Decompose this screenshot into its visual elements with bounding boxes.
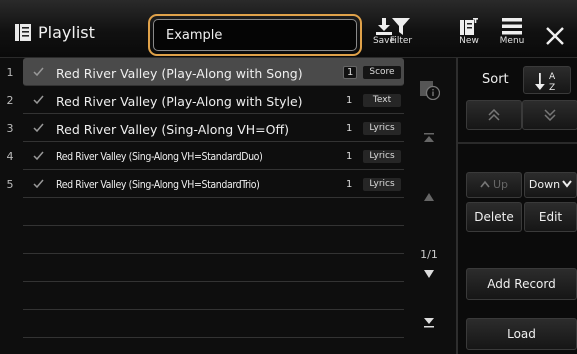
record-number: 3 <box>6 122 14 135</box>
hamburger-menu-icon <box>502 18 522 35</box>
record-number: 1 <box>6 66 14 79</box>
chevron-up-icon <box>480 180 490 188</box>
filter-label: Filter <box>389 36 413 46</box>
record-row-5[interactable]: 5 Red River Valley (Sing-Along VH=Standa… <box>7 170 404 198</box>
scroll-up-icon <box>424 193 434 201</box>
record-count: 1 <box>346 179 353 190</box>
scroll-column: 1/1 <box>404 58 454 348</box>
scroll-up-button[interactable] <box>404 186 454 205</box>
close-icon[interactable] <box>541 22 569 50</box>
record-count: 1 <box>346 151 353 162</box>
playlist-name-field[interactable]: Example <box>148 14 362 56</box>
record-tag: Score <box>363 66 401 79</box>
scroll-top-icon <box>424 133 434 142</box>
menu-button[interactable]: Menu <box>492 18 532 54</box>
empty-row <box>23 198 404 226</box>
up-label: Up <box>492 178 509 191</box>
sort-label: Sort <box>482 72 509 87</box>
empty-row <box>23 310 404 338</box>
playlist-record-list: 1 Red River Valley (Play-Along with Song… <box>7 58 404 338</box>
info-icon[interactable] <box>420 80 440 100</box>
chevron-down-icon <box>562 180 572 188</box>
playlist-icon <box>15 24 31 41</box>
record-title: Red River Valley (Play-Along with Style) <box>56 94 303 109</box>
down-label: Down <box>528 178 561 191</box>
record-title: Red River Valley (Sing-Along VH=Standard… <box>56 151 263 163</box>
record-tag: Lyrics <box>363 150 401 163</box>
new-document-icon <box>460 18 478 35</box>
sort-order-button[interactable]: A Z <box>523 66 571 94</box>
record-count: 1 <box>346 95 353 106</box>
check-icon <box>33 151 44 161</box>
scroll-to-top-button[interactable] <box>404 128 454 147</box>
svg-text:Z: Z <box>549 83 555 93</box>
scroll-to-bottom-button[interactable] <box>404 313 454 332</box>
app-title: Playlist <box>38 23 95 42</box>
panel-divider <box>458 142 577 144</box>
empty-row <box>23 254 404 282</box>
record-number: 4 <box>6 150 14 163</box>
playlist-name-value[interactable]: Example <box>153 19 357 51</box>
delete-button[interactable]: Delete <box>466 202 522 232</box>
edit-button[interactable]: Edit <box>524 202 577 232</box>
empty-row <box>23 282 404 310</box>
record-count: 1 <box>346 123 353 134</box>
check-icon <box>33 95 44 105</box>
page-indicator: 1/1 <box>420 248 438 261</box>
empty-row <box>23 226 404 254</box>
filter-icon <box>392 18 410 35</box>
record-row-1[interactable]: 1 Red River Valley (Play-Along with Song… <box>7 58 404 86</box>
filter-button[interactable]: Filter <box>381 18 421 54</box>
load-button[interactable]: Load <box>466 318 577 350</box>
add-record-button[interactable]: Add Record <box>466 268 577 300</box>
record-tag: Lyrics <box>363 178 401 191</box>
scroll-down-icon <box>424 270 434 278</box>
record-title: Red River Valley (Sing-Along VH=Standard… <box>56 179 260 191</box>
scroll-down-button[interactable] <box>404 263 454 282</box>
delete-label: Delete <box>474 210 514 224</box>
menu-label: Menu <box>499 36 525 46</box>
record-count: 1 <box>343 66 358 79</box>
record-title: Red River Valley (Play-Along with Song) <box>56 66 303 81</box>
sort-down-button[interactable] <box>522 100 577 130</box>
check-icon <box>33 123 44 133</box>
record-title: Red River Valley (Sing-Along VH=Off) <box>56 122 289 137</box>
sort-edit-panel: Sort A Z Up Down Delete Edit Add Record <box>456 58 577 354</box>
record-tag: Text <box>363 94 401 107</box>
new-button[interactable]: New <box>449 18 489 54</box>
move-down-button[interactable]: Down <box>524 172 577 198</box>
load-label: Load <box>507 327 536 341</box>
sort-az-icon: A Z <box>535 72 556 93</box>
edit-label: Edit <box>538 210 563 224</box>
check-icon <box>33 67 44 77</box>
record-number: 5 <box>6 178 14 191</box>
move-up-button[interactable]: Up <box>466 172 522 198</box>
double-chevron-up-icon <box>488 108 500 121</box>
record-number: 2 <box>6 94 14 107</box>
scroll-bottom-icon <box>424 318 434 328</box>
header-bar: Playlist Example Save Filter New Menu <box>0 0 577 58</box>
new-label: New <box>459 36 479 46</box>
sort-up-button[interactable] <box>466 100 522 130</box>
add-record-label: Add Record <box>487 277 556 291</box>
double-chevron-down-icon <box>544 109 556 122</box>
svg-text:A: A <box>549 72 556 82</box>
record-row-3[interactable]: 3 Red River Valley (Sing-Along VH=Off) 1… <box>7 114 404 142</box>
record-row-4[interactable]: 4 Red River Valley (Sing-Along VH=Standa… <box>7 142 404 170</box>
record-row-2[interactable]: 2 Red River Valley (Play-Along with Styl… <box>7 86 404 114</box>
record-tag: Lyrics <box>363 122 401 135</box>
check-icon <box>33 179 44 189</box>
